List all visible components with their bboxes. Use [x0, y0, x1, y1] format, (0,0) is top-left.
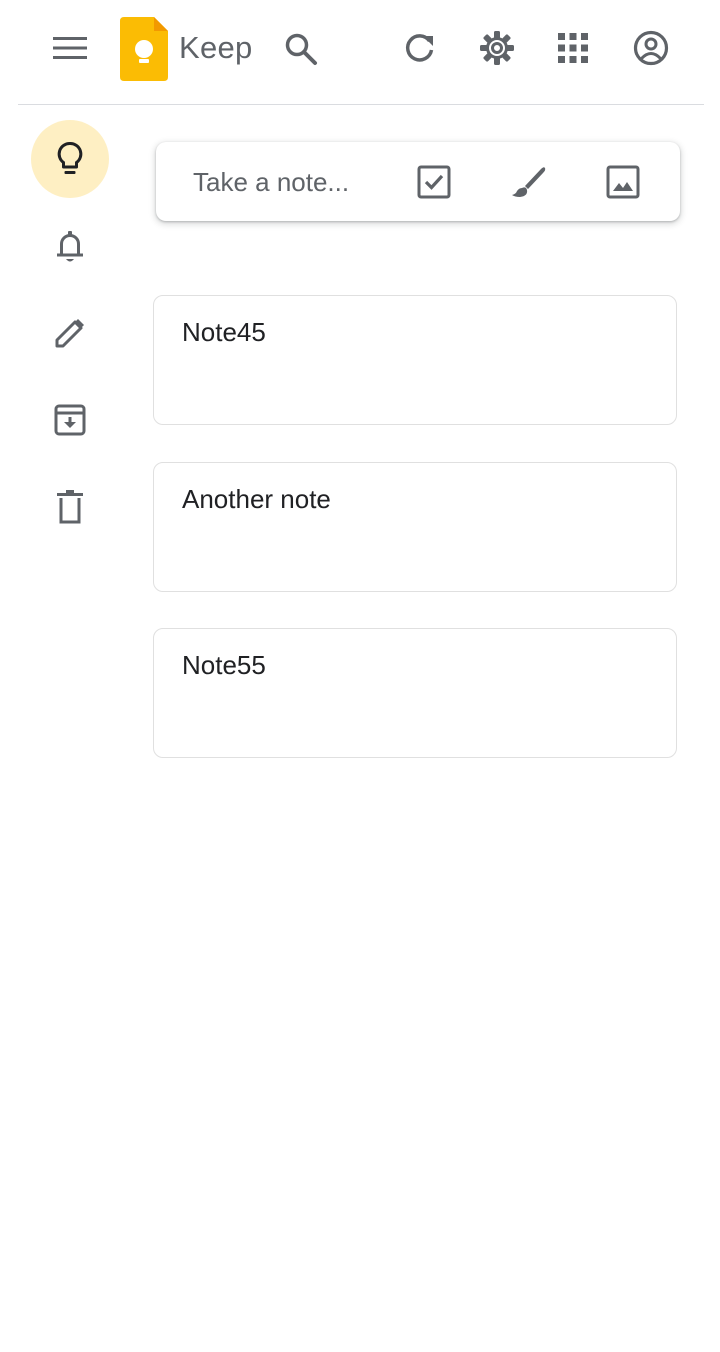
new-image-icon: [606, 165, 640, 199]
refresh-button[interactable]: [398, 26, 442, 70]
sidebar-item-trash[interactable]: [31, 468, 109, 546]
note-card[interactable]: Note55: [153, 628, 677, 758]
new-list-button[interactable]: [412, 160, 456, 204]
archive-icon: [54, 404, 86, 436]
apps-button[interactable]: [551, 26, 595, 70]
apps-grid-icon: [558, 33, 588, 63]
sidebar-item-notes[interactable]: [31, 120, 109, 198]
search-icon: [285, 33, 317, 65]
account-button[interactable]: [629, 26, 673, 70]
settings-button[interactable]: [475, 26, 519, 70]
app-title: Keep: [179, 30, 253, 65]
lightbulb-icon: [57, 141, 83, 174]
main-menu-button[interactable]: [46, 26, 94, 70]
note-title: Another note: [182, 484, 331, 514]
sidebar-item-edit-labels[interactable]: [31, 294, 109, 372]
search-button[interactable]: [279, 27, 323, 71]
main-menu-icon: [53, 37, 87, 59]
note-title: Note55: [182, 650, 266, 680]
trash-icon: [57, 490, 83, 524]
keep-logo-icon: [120, 17, 168, 81]
bell-icon: [57, 231, 83, 262]
new-drawing-button[interactable]: [506, 160, 550, 204]
note-card[interactable]: Another note: [153, 462, 677, 592]
app-header: Keep: [0, 0, 720, 105]
note-title: Note45: [182, 317, 266, 347]
pencil-icon: [55, 319, 84, 348]
sidebar-item-archive[interactable]: [31, 381, 109, 459]
settings-icon: [480, 31, 514, 65]
take-note-placeholder[interactable]: Take a note...: [193, 166, 349, 198]
keep-app: Keep Take a note... Note45 Another note …: [0, 0, 720, 1352]
new-image-button[interactable]: [601, 160, 645, 204]
new-list-icon: [417, 165, 451, 199]
sidebar-item-reminders[interactable]: [31, 207, 109, 285]
account-icon: [633, 30, 669, 66]
note-card[interactable]: Note45: [153, 295, 677, 425]
header-divider: [18, 104, 704, 105]
refresh-icon: [405, 34, 434, 62]
take-note-bar[interactable]: Take a note...: [156, 142, 680, 221]
keep-logo[interactable]: [119, 16, 169, 82]
new-drawing-icon: [512, 167, 546, 197]
